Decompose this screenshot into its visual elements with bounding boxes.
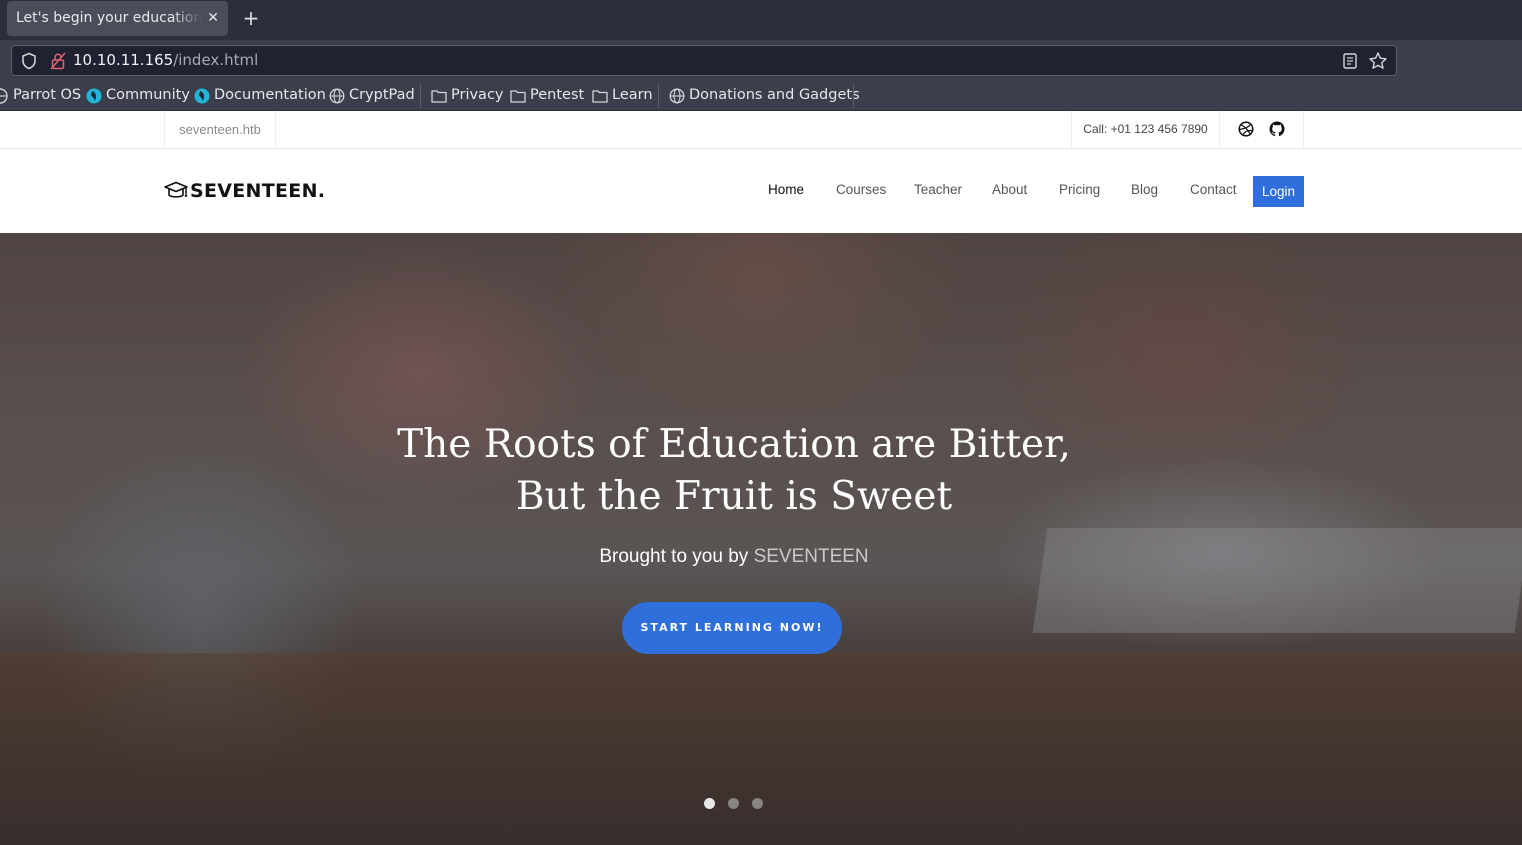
browser-tab-bar: Let's begin your education with us! ✕ +	[0, 0, 1522, 40]
slider-dot-1[interactable]	[704, 798, 715, 809]
nav-about[interactable]: About	[992, 182, 1027, 197]
tab-title: Let's begin your education with us!	[16, 10, 202, 26]
globe-icon	[669, 88, 685, 103]
reader-view-icon[interactable]	[1342, 52, 1358, 70]
brand-name: SEVENTEEN.	[190, 180, 326, 202]
hero-slider: The Roots of Education are Bitter, But t…	[0, 233, 1522, 845]
folder-icon	[510, 89, 526, 103]
bookmark-community[interactable]: Community	[86, 80, 190, 111]
bookmarks-bar: Parrot OS Community Documentation CryptP…	[0, 80, 1522, 111]
slider-dot-2[interactable]	[728, 798, 739, 809]
bookmark-folder-privacy[interactable]: Privacy	[431, 80, 504, 111]
bookmark-label: Parrot OS	[13, 87, 82, 103]
bookmark-cryptpad[interactable]: CryptPad	[329, 80, 415, 111]
bookmark-documentation[interactable]: Documentation	[194, 80, 326, 111]
site-logo[interactable]: SEVENTEEN.	[164, 177, 325, 205]
folder-icon	[431, 89, 447, 103]
bookmark-label: Community	[106, 87, 190, 103]
shield-icon[interactable]	[20, 52, 38, 70]
parrot-icon	[194, 88, 210, 103]
site-header: SEVENTEEN. Home Courses Teacher About Pr…	[0, 149, 1522, 233]
bookmark-label: CryptPad	[349, 87, 415, 103]
slider-dot-3[interactable]	[752, 798, 763, 809]
nav-home[interactable]: Home	[768, 182, 804, 197]
url-text[interactable]: 10.10.11.165/index.html	[73, 46, 258, 75]
bookmark-label: Pentest	[530, 87, 585, 103]
bookmark-separator	[853, 84, 854, 108]
bookmark-label: Privacy	[451, 87, 504, 103]
bookmark-star-icon[interactable]	[1368, 51, 1388, 71]
github-icon[interactable]	[1269, 121, 1285, 137]
globe-icon	[0, 87, 8, 104]
hero-title: The Roots of Education are Bitter, But t…	[397, 422, 1071, 519]
folder-icon	[592, 89, 608, 103]
nav-courses[interactable]: Courses	[836, 182, 886, 197]
bookmark-separator	[658, 84, 659, 108]
top-info-strip: seventeen.htb Call: +01 123 456 7890	[0, 111, 1522, 149]
nav-pricing[interactable]: Pricing	[1059, 182, 1100, 197]
bookmark-parrot-os[interactable]: Parrot OS	[0, 80, 81, 111]
phone-number: Call: +01 123 456 7890	[1071, 111, 1220, 149]
parrot-icon	[86, 88, 102, 103]
site-domain: seventeen.htb	[164, 111, 276, 149]
address-bar[interactable]: 10.10.11.165/index.html	[11, 45, 1397, 76]
insecure-lock-icon[interactable]	[50, 52, 66, 70]
nav-teacher[interactable]: Teacher	[914, 182, 962, 197]
bookmark-label: Donations and Gadgets	[689, 87, 860, 103]
globe-icon	[329, 88, 345, 103]
browser-nav-bar: 10.10.11.165/index.html	[0, 40, 1522, 80]
bookmark-donations[interactable]: Donations and Gadgets	[669, 80, 860, 111]
bookmark-label: Documentation	[214, 87, 326, 103]
login-button[interactable]: Login	[1253, 176, 1304, 207]
nav-contact[interactable]: Contact	[1190, 182, 1237, 197]
bookmark-folder-pentest[interactable]: Pentest	[510, 80, 584, 111]
url-host: 10.10.11.165	[73, 51, 174, 69]
url-path: /index.html	[173, 51, 259, 69]
hero-subtitle-brand: SEVENTEEN	[753, 546, 869, 567]
close-tab-icon[interactable]: ✕	[207, 1, 219, 36]
bookmark-folder-learn[interactable]: Learn	[592, 80, 653, 111]
nav-blog[interactable]: Blog	[1131, 182, 1158, 197]
bookmark-separator	[420, 84, 421, 108]
hero-subtitle-prefix: Brought to you by	[599, 546, 754, 567]
graduation-cap-icon	[164, 181, 188, 198]
hero-subtitle: Brought to you by SEVENTEEN	[361, 546, 1107, 568]
start-learning-button[interactable]: START LEARNING NOW!	[622, 602, 842, 654]
hero-overlay	[0, 233, 1522, 845]
browser-tab[interactable]: Let's begin your education with us! ✕	[7, 1, 228, 36]
dribbble-icon[interactable]	[1238, 121, 1254, 137]
bookmark-label: Learn	[612, 87, 653, 103]
social-links	[1220, 111, 1304, 149]
new-tab-icon[interactable]: +	[240, 4, 262, 32]
